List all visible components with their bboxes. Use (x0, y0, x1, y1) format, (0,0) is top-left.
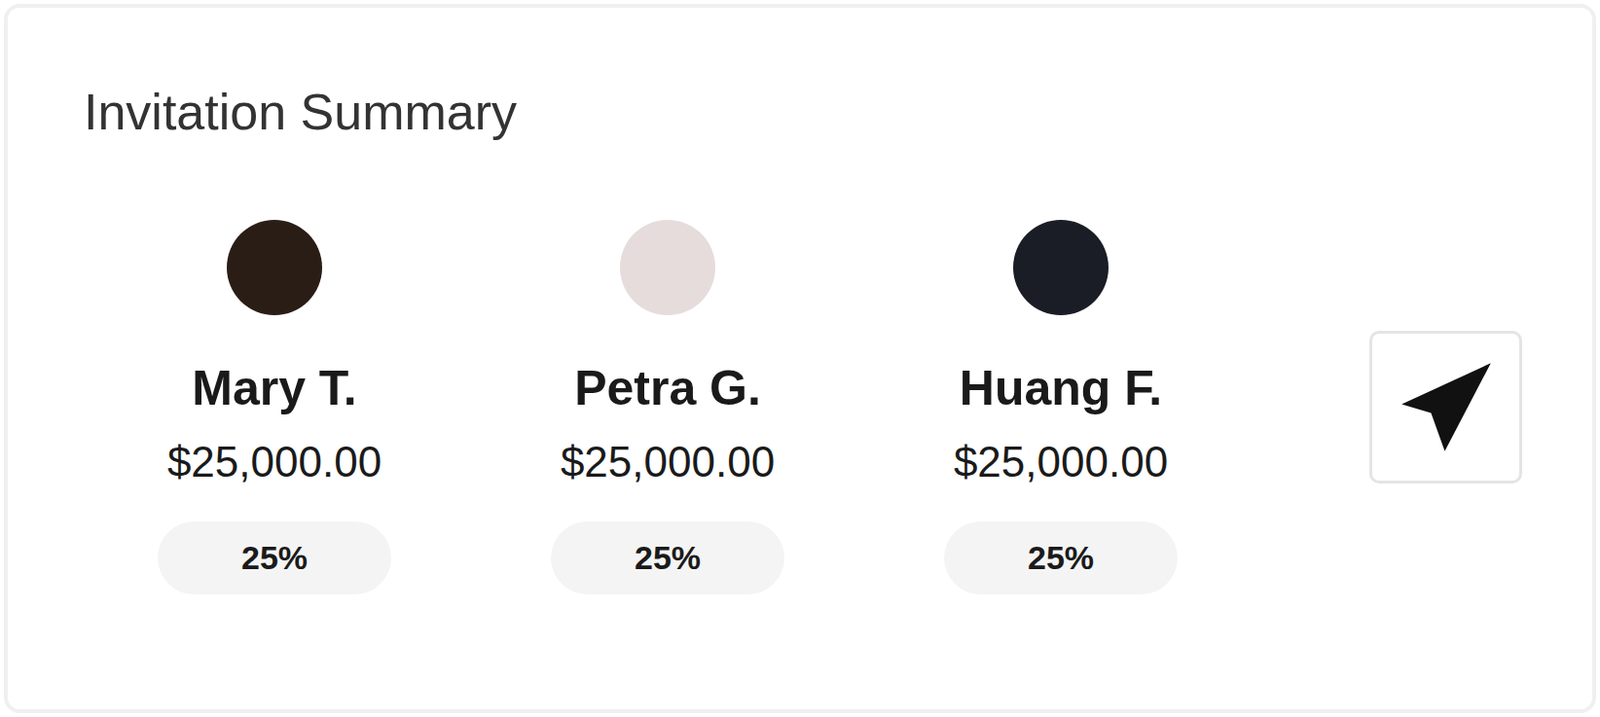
invitee-row: Mary T. $25,000.00 25% Petra G. $25,000.00 25… (77, 219, 1523, 595)
invitee: Huang F. $25,000.00 25% (864, 219, 1258, 595)
invitee-name: Petra G. (574, 359, 762, 418)
send-button[interactable] (1369, 330, 1523, 484)
invitee-name: Huang F. (959, 359, 1163, 418)
share-badge: 25% (944, 521, 1178, 595)
avatar-photo (226, 219, 323, 316)
paper-plane-icon (1372, 333, 1520, 481)
avatar-photo (619, 219, 716, 316)
invitee: Petra G. $25,000.00 25% (471, 219, 865, 595)
invitee-amount: $25,000.00 (953, 436, 1168, 489)
invitation-summary-card: Invitation SummaryMary T.$25,000.0025%Pe… (3, 3, 1597, 714)
page: Invitation SummaryMary T.$25,000.0025%Pe… (0, 0, 1600, 717)
invitee-amount: $25,000.00 (560, 436, 775, 489)
share-badge: 25% (550, 521, 785, 595)
card-title: Invitation Summary (77, 81, 1523, 143)
share-badge: 25% (157, 521, 392, 595)
invitee-amount: $25,000.00 (167, 436, 382, 489)
avatar-photo (1013, 219, 1109, 316)
invitee: Mary T. $25,000.00 25% (77, 219, 472, 595)
invitee-name: Mary T. (191, 359, 358, 418)
